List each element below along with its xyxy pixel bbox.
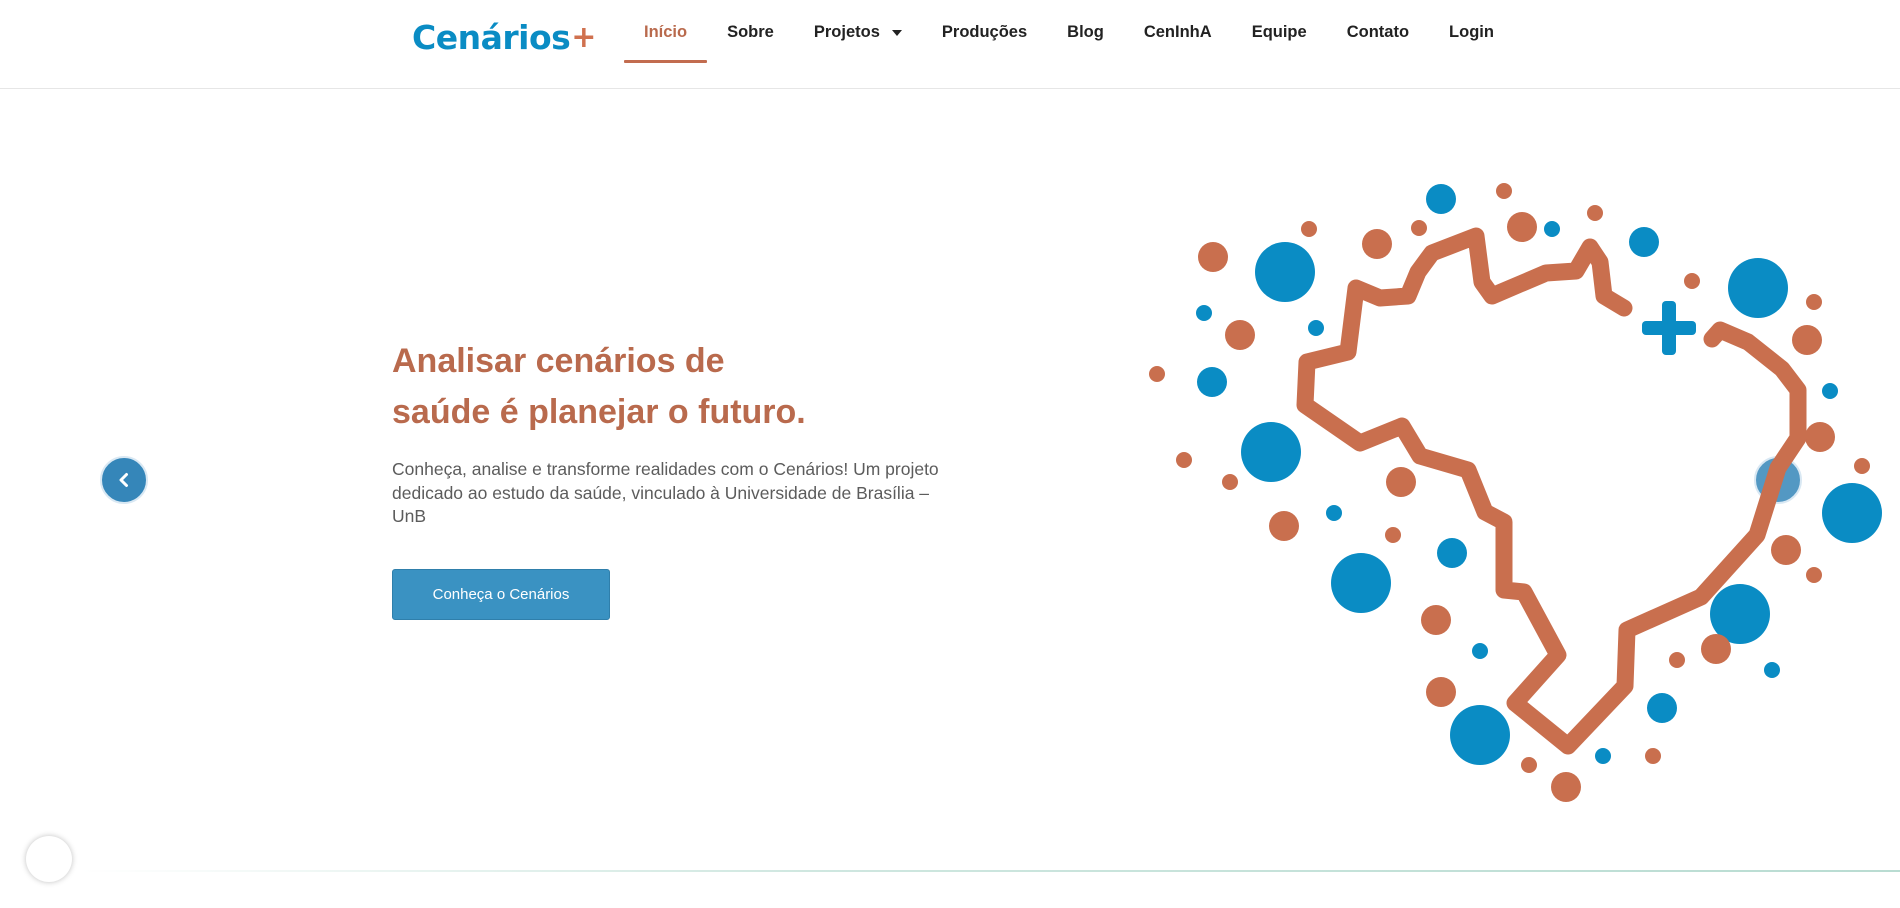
chevron-left-icon (119, 473, 128, 487)
nav-item-ceninha[interactable]: CenInhA (1124, 0, 1232, 64)
nav-label: CenInhA (1143, 22, 1212, 41)
nav-label: Login (1449, 22, 1494, 41)
nav-item-projetos[interactable]: Projetos (794, 0, 922, 64)
nav-label: Contato (1346, 22, 1410, 41)
brazil-outline (1296, 227, 1807, 755)
caret-down-icon (891, 30, 902, 36)
nav-label: Equipe (1251, 22, 1307, 41)
plus-icon (1642, 301, 1696, 355)
nav-item-inicio[interactable]: Início (624, 0, 708, 64)
nav-item-equipe[interactable]: Equipe (1232, 0, 1327, 64)
nav-label: Sobre (727, 22, 774, 41)
nav-item-producoes[interactable]: Produções (922, 0, 1047, 64)
nav-item-blog[interactable]: Blog (1047, 0, 1124, 64)
main-nav: Início Sobre Projetos Produções Blog Cen… (624, 0, 1514, 64)
hero-title: Analisar cenários de saúde é planejar o … (392, 336, 912, 438)
logo-plus: + (571, 20, 596, 55)
cta-button[interactable]: Conheça o Cenários (392, 569, 610, 620)
nav-label: Início (644, 22, 688, 41)
nav-label: Projetos (813, 22, 880, 41)
carousel-prev-button[interactable] (100, 456, 148, 504)
hero-title-line2: saúde é planejar o futuro. (392, 393, 806, 431)
brazil-map-health-icon (1149, 183, 1882, 802)
nav-label: Blog (1067, 22, 1104, 41)
section-divider (80, 870, 1900, 872)
hero-description: Conheça, analise e transforme realidades… (392, 459, 939, 526)
nav-item-sobre[interactable]: Sobre (707, 0, 794, 64)
nav-item-login[interactable]: Login (1429, 0, 1514, 64)
nav-label: Produções (941, 22, 1028, 41)
hero-title-line1: Analisar cenários de (392, 342, 725, 380)
scroll-indicator[interactable] (26, 836, 72, 882)
logo-text: Cenários (412, 18, 571, 57)
site-header: Cenários + Início Sobre Projetos Produçõe… (0, 0, 1900, 89)
nav-item-contato[interactable]: Contato (1327, 0, 1429, 64)
site-logo[interactable]: Cenários + (412, 18, 596, 66)
